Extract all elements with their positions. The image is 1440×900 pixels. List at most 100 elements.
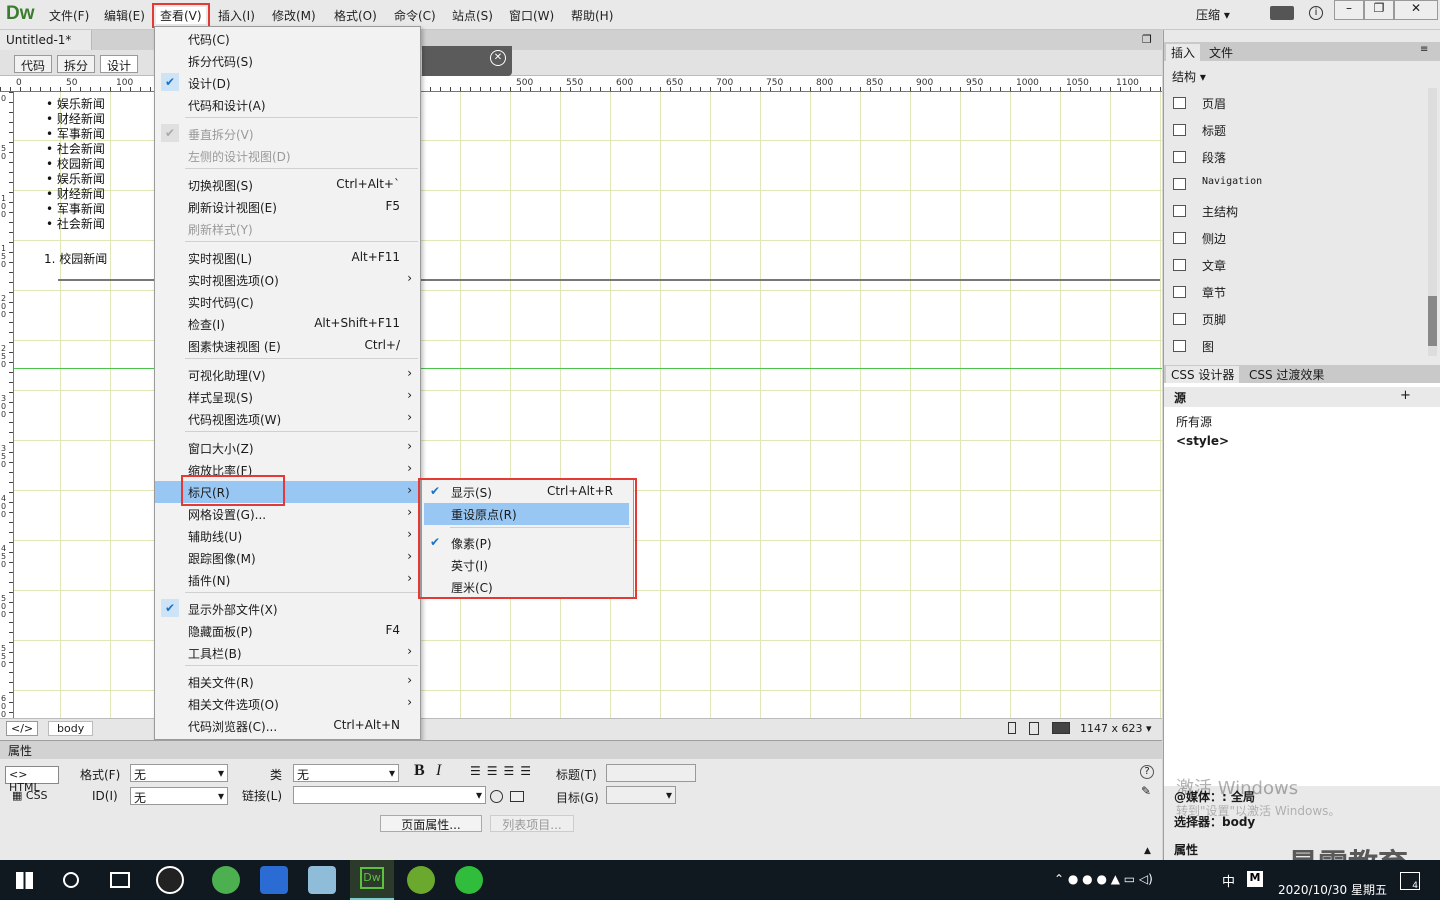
view-menu-item[interactable]: 样式呈现(S) › <box>155 386 420 408</box>
app-icon-1[interactable] <box>156 866 184 894</box>
insert-item[interactable]: Navigation <box>1202 176 1262 187</box>
view-menu-item[interactable]: 隐藏面板(P) F4 <box>155 620 420 642</box>
ime-indicator[interactable]: 中 <box>1222 871 1235 890</box>
view-menu-item[interactable]: 实时视图(L) Alt+F11 <box>155 247 420 269</box>
italic-button[interactable]: I <box>436 762 441 780</box>
menu-3[interactable]: 插入(I) <box>218 7 255 24</box>
tab-css-designer[interactable]: CSS 设计器 <box>1166 366 1240 383</box>
view-menu-item[interactable]: 检查(I) Alt+Shift+F11 <box>155 313 420 335</box>
menu-7[interactable]: 站点(S) <box>452 7 493 24</box>
edit-rule-icon[interactable]: ✎ <box>1141 784 1151 798</box>
tablet-size-icon[interactable] <box>1029 722 1039 735</box>
format-select[interactable]: 无 ▾ <box>130 764 228 782</box>
title-input[interactable] <box>606 764 696 782</box>
menu-9[interactable]: 帮助(H) <box>571 7 613 24</box>
view-menu-item[interactable]: 切换视图(S) Ctrl+Alt+` <box>155 174 420 196</box>
view-menu-item[interactable]: 辅助线(U) › <box>155 525 420 547</box>
link-input[interactable]: ▾ <box>293 786 486 804</box>
menu-0[interactable]: 文件(F) <box>49 7 89 24</box>
tab-insert[interactable]: 插入 <box>1166 44 1201 61</box>
point-to-file-icon[interactable] <box>490 790 503 803</box>
view-menu-item[interactable]: 刷新设计视图(E) F5 <box>155 196 420 218</box>
view-menu-item[interactable]: 相关文件选项(O) › <box>155 693 420 715</box>
writer-icon[interactable] <box>260 866 288 894</box>
id-select[interactable]: 无 ▾ <box>130 787 228 805</box>
list-icons[interactable]: ☰☰☰☰ <box>470 764 537 778</box>
source-style[interactable]: <style> <box>1176 434 1229 448</box>
menu-8[interactable]: 窗口(W) <box>509 7 554 24</box>
insert-item[interactable]: 文章 <box>1202 257 1226 274</box>
view-menu-item[interactable]: 相关文件(R) › <box>155 671 420 693</box>
bullet-item[interactable]: • 社会新闻 <box>46 215 105 232</box>
tray-icons[interactable]: ⌃ ● ● ● ▲ ▭ ◁) <box>1054 872 1153 886</box>
task-view-icon[interactable] <box>110 872 130 888</box>
menu-1[interactable]: 编辑(E) <box>104 7 145 24</box>
add-source-icon[interactable]: + <box>1400 388 1411 403</box>
view-menu-item[interactable]: 实时代码(C) <box>155 291 420 313</box>
tab-files[interactable]: 文件 <box>1204 44 1238 61</box>
sync-icon[interactable] <box>1270 6 1294 20</box>
tab-css-transitions[interactable]: CSS 过渡效果 <box>1244 366 1329 383</box>
insert-item[interactable]: 主结构 <box>1202 203 1238 220</box>
dreamweaver-task-icon[interactable]: Dw <box>350 860 394 900</box>
split-view-button[interactable]: 拆分 <box>57 55 96 73</box>
insert-item[interactable]: 页眉 <box>1202 95 1226 112</box>
search-icon[interactable] <box>63 872 79 888</box>
close-button[interactable]: ✕ <box>1394 0 1438 20</box>
minimize-button[interactable]: – <box>1334 0 1364 20</box>
window-size[interactable]: 1147 x 623 ▾ <box>1080 722 1152 735</box>
insert-item[interactable]: 标题 <box>1202 122 1226 139</box>
collapse-icon[interactable]: ❐ <box>1142 33 1152 46</box>
browse-folder-icon[interactable] <box>510 791 524 802</box>
view-menu-item[interactable]: 图素快速视图 (E) Ctrl+/ <box>155 335 420 357</box>
document-tab[interactable]: Untitled-1* ✕ <box>0 30 92 61</box>
properties-help-icon[interactable]: ? <box>1140 765 1154 779</box>
insert-item[interactable]: 侧边 <box>1202 230 1226 247</box>
class-select[interactable]: 无 ▾ <box>293 764 399 782</box>
view-menu-item[interactable]: ✔ 设计(D) <box>155 72 420 94</box>
panel-options-icon[interactable]: ≡ <box>1420 44 1428 55</box>
restore-button[interactable]: ❐ <box>1364 0 1394 20</box>
view-menu-item[interactable]: 跟踪图像(M) › <box>155 547 420 569</box>
bold-button[interactable]: B <box>414 762 425 780</box>
view-menu-item[interactable]: 窗口大小(Z) › <box>155 437 420 459</box>
view-menu-item[interactable]: ✔ 显示外部文件(X) <box>155 598 420 620</box>
view-menu-item[interactable]: 可视化助理(V) › <box>155 364 420 386</box>
view-menu-item[interactable]: 代码和设计(A) <box>155 94 420 116</box>
help-icon[interactable]: i <box>1309 6 1323 20</box>
list-item-button[interactable]: 列表项目... <box>490 815 574 832</box>
mobile-size-icon[interactable] <box>1008 722 1016 734</box>
browser-icon[interactable] <box>212 866 240 894</box>
windows-start-icon[interactable] <box>16 872 33 889</box>
insert-category[interactable]: 结构 ▾ <box>1172 68 1206 85</box>
clock-date[interactable]: 2020/10/30 星期五 <box>1278 881 1387 898</box>
menu-6[interactable]: 命令(C) <box>394 7 436 24</box>
desktop-size-icon[interactable] <box>1052 722 1070 734</box>
code-tag-icon[interactable]: </> <box>6 721 39 736</box>
view-menu-item[interactable]: 工具栏(B) › <box>155 642 420 664</box>
html-mode-button[interactable]: <> HTML <box>5 766 59 794</box>
view-menu-item[interactable]: 拆分代码(S) <box>155 50 420 72</box>
wechat-icon[interactable] <box>455 866 483 894</box>
notification-icon[interactable]: 4 <box>1400 872 1420 891</box>
view-menu-item[interactable]: 代码(C) <box>155 28 420 50</box>
insert-item[interactable]: 章节 <box>1202 284 1226 301</box>
target-select[interactable]: ▾ <box>606 786 676 804</box>
view-menu-item[interactable]: 代码视图选项(W) › <box>155 408 420 430</box>
page-properties-button[interactable]: 页面属性... <box>380 815 482 832</box>
source-all[interactable]: 所有源 <box>1176 413 1212 430</box>
css-mode-button[interactable]: ▦ CSS <box>12 789 48 802</box>
view-menu-item[interactable]: 代码浏览器(C)... Ctrl+Alt+N <box>155 715 420 737</box>
code-view-button[interactable]: 代码 <box>14 55 53 73</box>
melon-icon[interactable] <box>407 866 435 894</box>
insert-scrollbar[interactable] <box>1428 88 1437 356</box>
notes-icon[interactable] <box>308 866 336 894</box>
close-circle-icon[interactable]: ✕ <box>490 50 506 66</box>
menu-4[interactable]: 修改(M) <box>272 7 316 24</box>
insert-item[interactable]: 页脚 <box>1202 311 1226 328</box>
view-menu-item[interactable]: 插件(N) › <box>155 569 420 591</box>
menu-2[interactable]: 查看(V) <box>152 3 210 28</box>
expand-icon[interactable]: ▲ <box>1144 846 1151 856</box>
insert-item[interactable]: 段落 <box>1202 149 1226 166</box>
layout-mode[interactable]: 压缩 ▾ <box>1196 6 1230 23</box>
